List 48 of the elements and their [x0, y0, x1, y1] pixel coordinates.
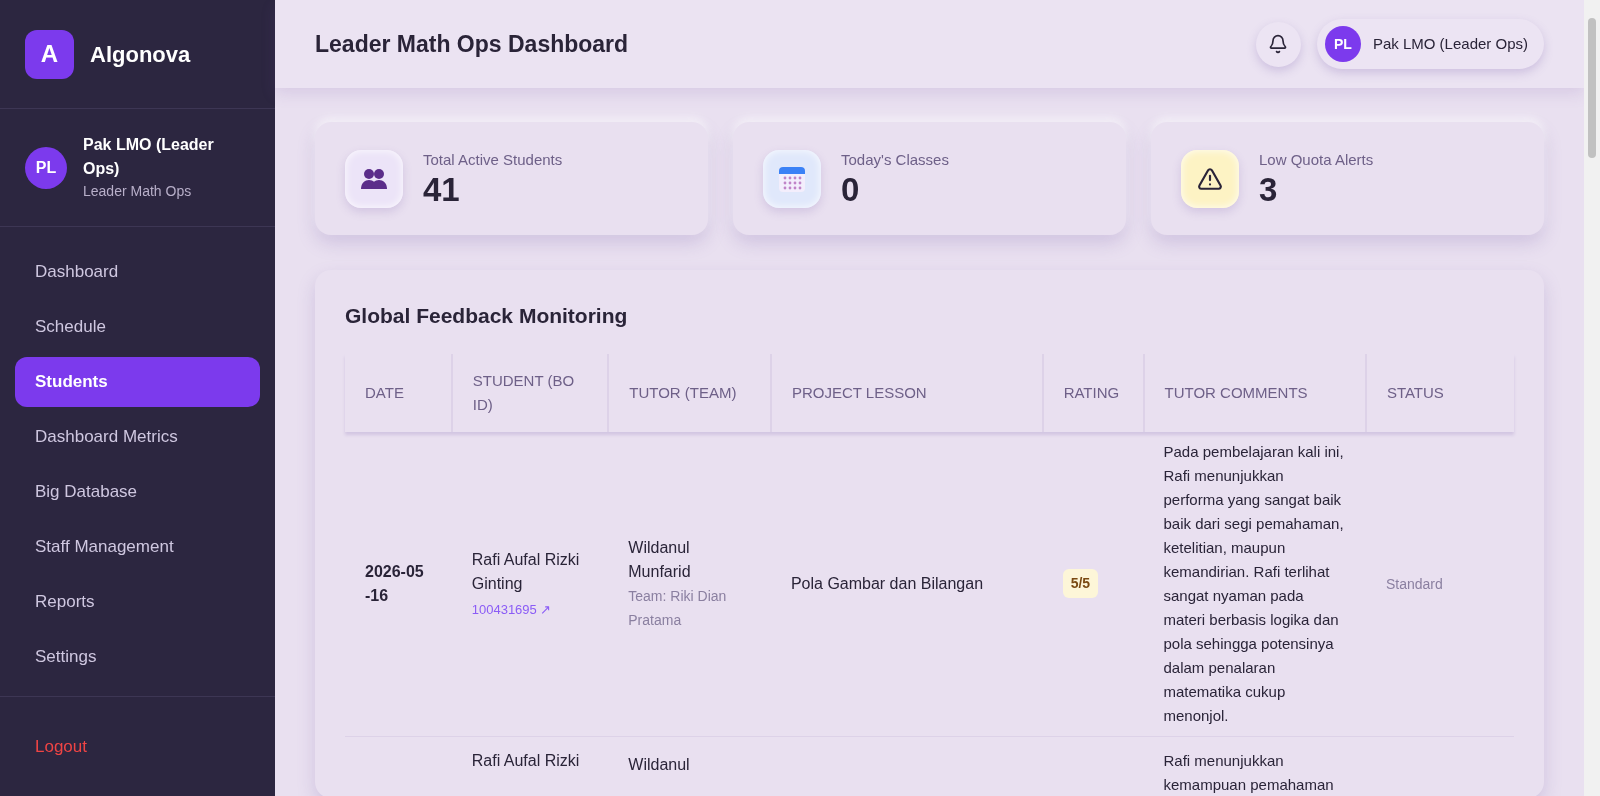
tutor-name: Wildanul	[628, 754, 691, 775]
rating-badge: 5/5	[1062, 569, 1099, 598]
stat-label: Today's Classes	[841, 150, 949, 171]
brand-name: Algonova	[90, 40, 191, 69]
tutor-name: Wildanul Munfarid	[628, 537, 692, 582]
column-header: TUTOR (TEAM)	[629, 383, 737, 401]
nav-item[interactable]: Reports	[15, 577, 260, 627]
user-avatar: PL	[25, 146, 67, 189]
student-name: Rafi Aufal Rizki	[471, 750, 581, 771]
lesson-cell: Pola Gambar dan Bilangan	[790, 574, 984, 592]
logout-link[interactable]: Logout	[35, 733, 87, 760]
warning-icon	[1181, 149, 1239, 208]
status-text: Standard	[1385, 575, 1443, 592]
nav-item[interactable]: Big Database	[15, 467, 260, 517]
stat-label: Total Active Students	[423, 150, 563, 171]
section-title: Global Feedback Monitoring	[345, 303, 629, 329]
users-icon	[345, 149, 403, 208]
column-header: RATING	[1063, 383, 1120, 401]
logo-badge: A	[25, 29, 74, 79]
bell-icon	[1268, 34, 1289, 54]
nav-item[interactable]: Schedule	[15, 302, 260, 352]
stat-value: 3	[1259, 171, 1279, 208]
nav-item[interactable]: Dashboard	[15, 247, 260, 297]
calendar-icon	[763, 149, 821, 208]
stat-label: Low Quota Alerts	[1259, 150, 1374, 171]
page-title: Leader Math Ops Dashboard	[315, 29, 629, 59]
header-avatar: PL	[1324, 26, 1361, 62]
nav-item[interactable]: Staff Management	[15, 522, 260, 572]
column-header: STUDENT (BO ID)	[472, 371, 575, 413]
notification-button[interactable]	[1255, 21, 1301, 67]
user-role: Leader Math Ops	[83, 182, 193, 201]
column-header: DATE	[365, 383, 404, 401]
user-name: Pak LMO (Leader Ops)	[83, 135, 215, 179]
stat-value: 41	[423, 171, 461, 208]
column-header: STATUS	[1386, 383, 1444, 401]
date-cell-text: 2026-05-16	[365, 561, 425, 606]
scrollbar[interactable]	[1584, 0, 1600, 796]
stat-value: 0	[841, 171, 861, 208]
user-menu-button[interactable]: PL Pak LMO (Leader Ops)	[1316, 19, 1544, 69]
tutor-comment: Pada pembelajaran kali ini, Rafi menunjukkan performa yang sangat baik baik dari segi pemahaman, ketelitian, maupun kemandirian. Rafi terlihat sangat nyaman pada materi berbasis logika dan pola sehingga potensinya dalam penalaran matematika cukup menonjol.	[1163, 441, 1345, 726]
nav-item[interactable]: Settings	[15, 632, 260, 682]
nav-item[interactable]: Students	[15, 357, 260, 407]
nav-item[interactable]: Dashboard Metrics	[15, 412, 260, 462]
student-name: Rafi Aufal Rizki Ginting	[471, 549, 581, 594]
column-header: TUTOR COMMENTS	[1164, 383, 1308, 401]
tutor-comment: Rafi menunjukkan kemampuan pemahaman	[1163, 750, 1335, 795]
column-header: PROJECT LESSON	[791, 383, 927, 401]
tutor-team: Team: Riki Dian Pratama	[628, 586, 728, 630]
